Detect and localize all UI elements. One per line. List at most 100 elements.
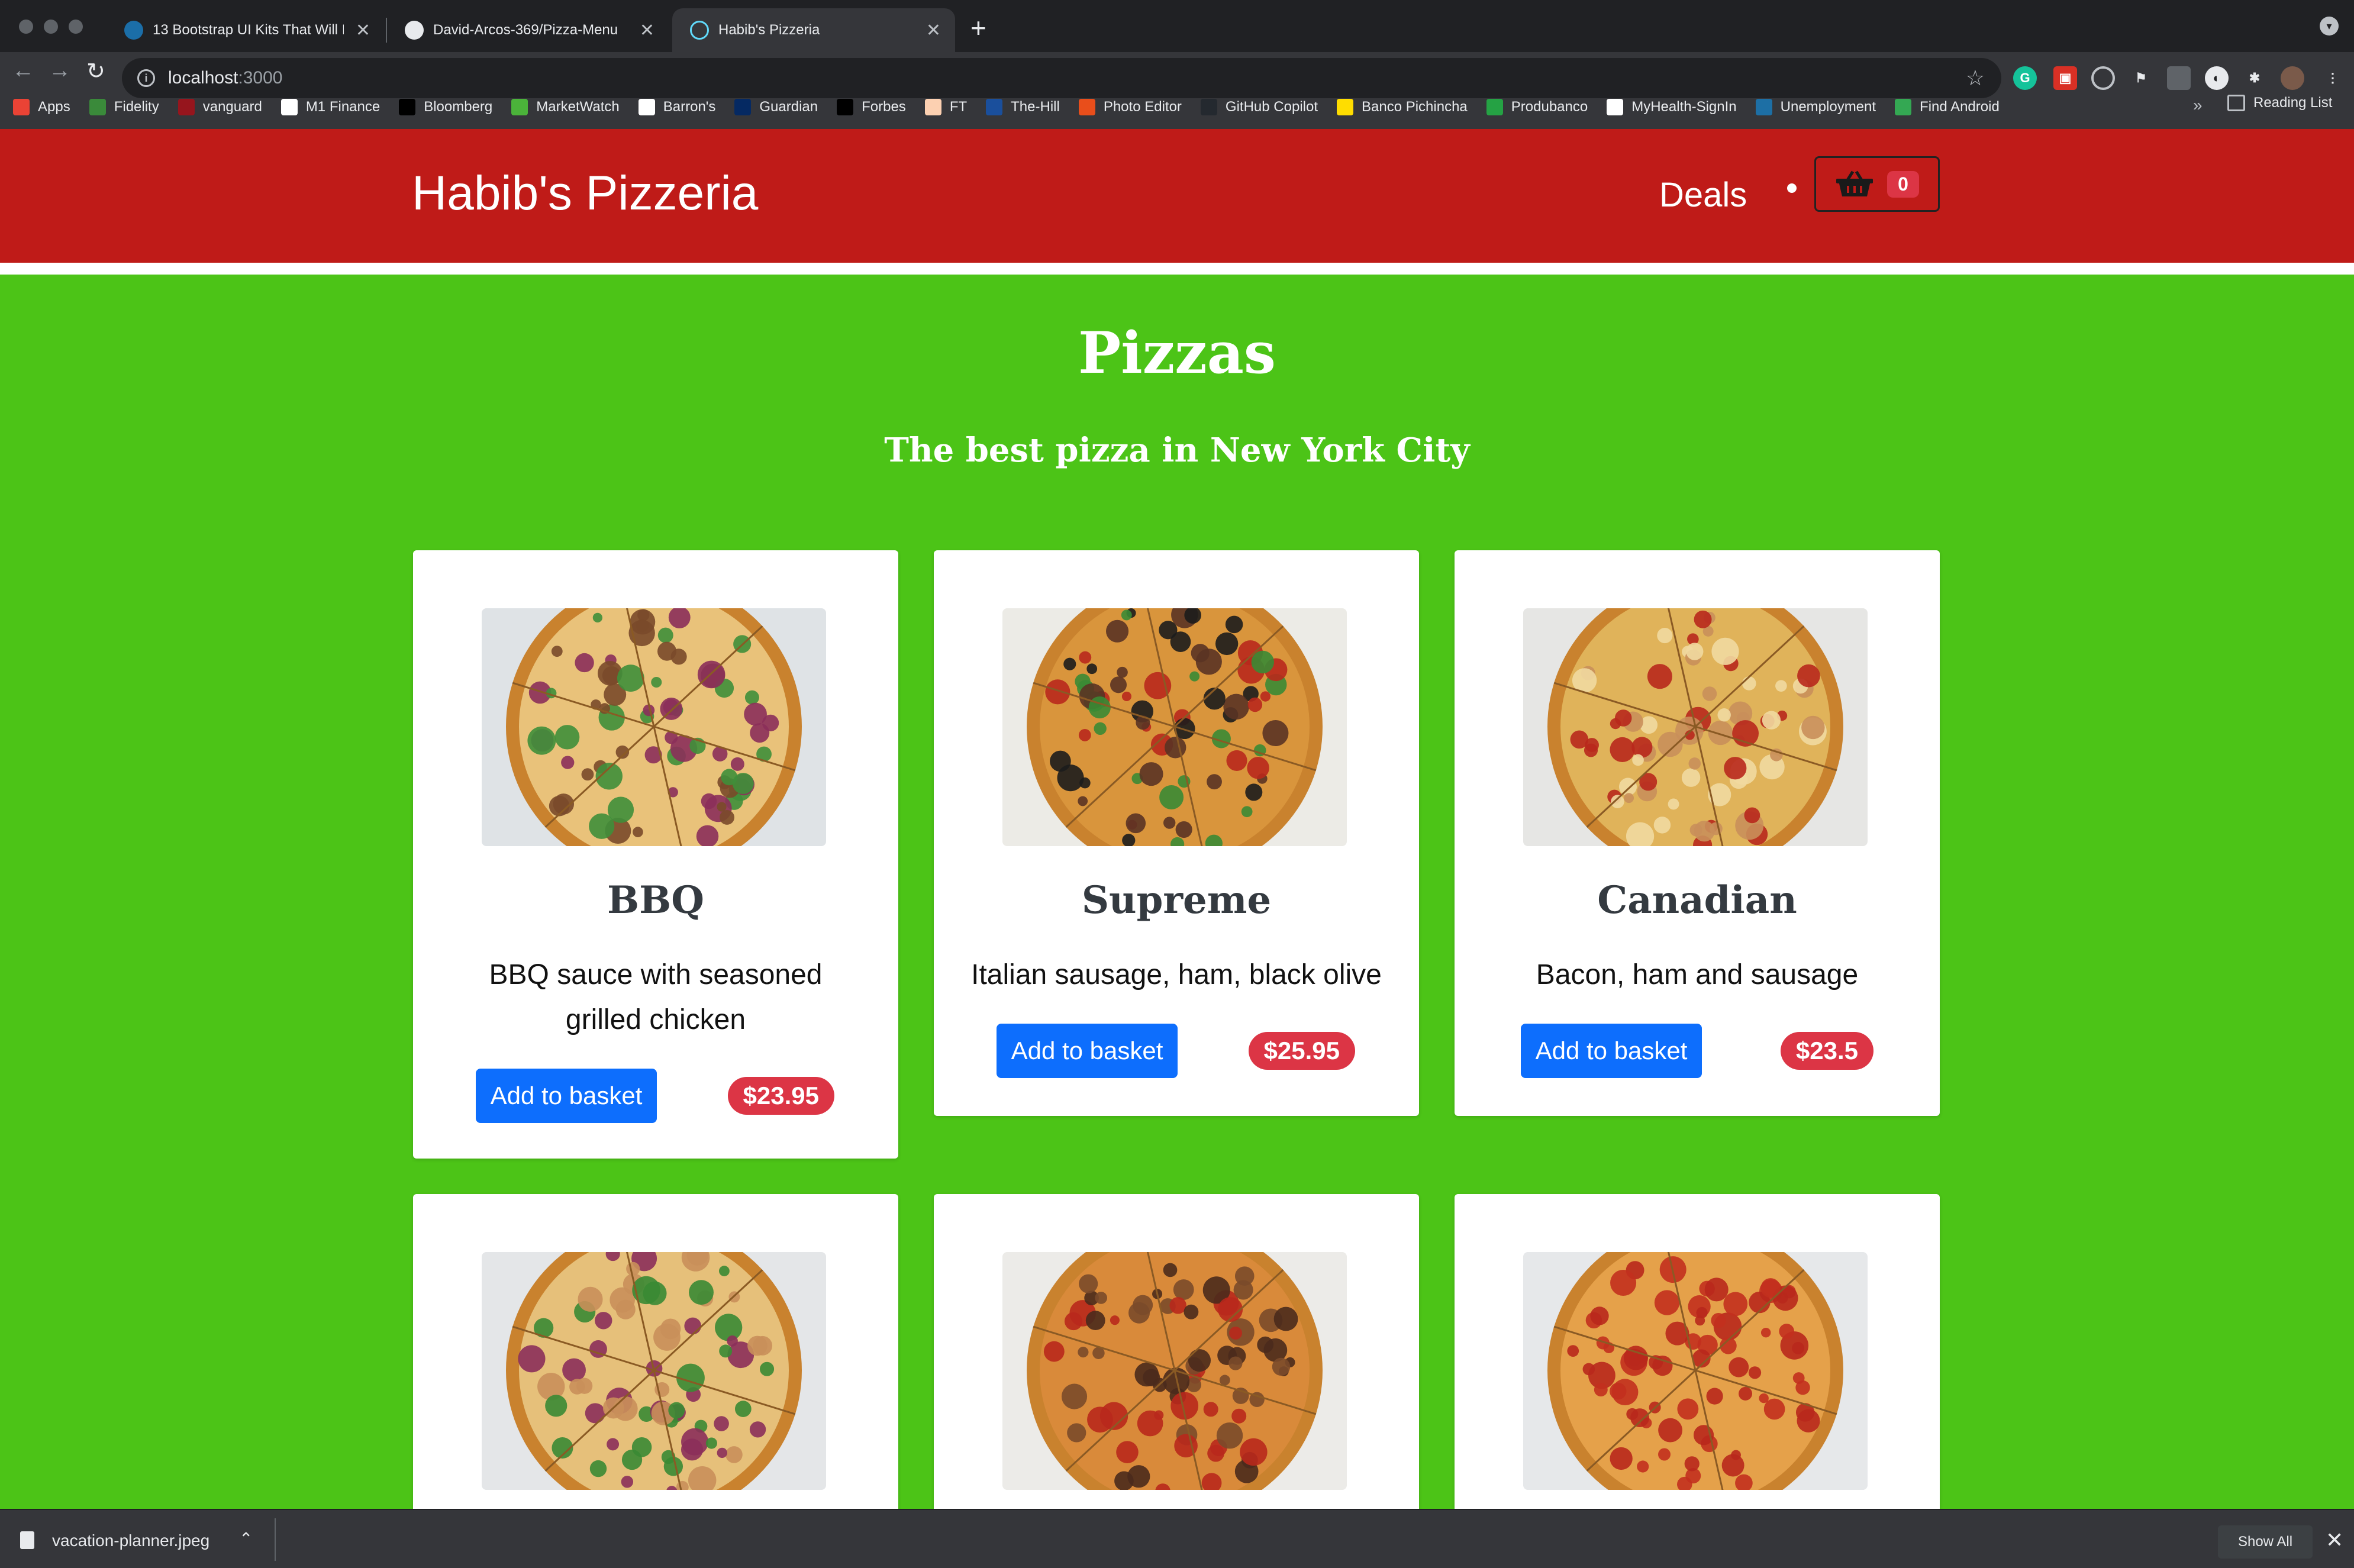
bookmark-bloomberg[interactable]: Bloomberg	[399, 99, 492, 115]
bookmark-label: Bloomberg	[424, 99, 493, 115]
bookmark-marketwatch[interactable]: MarketWatch	[511, 99, 620, 115]
extension-target-icon[interactable]	[2091, 66, 2115, 90]
bookmark-barron-s[interactable]: Barron's	[638, 99, 716, 115]
site-info-icon[interactable]: i	[137, 69, 155, 87]
pizza-card-canadian: Canadian Bacon, ham and sausage Add to b…	[1455, 550, 1940, 1116]
grammarly-icon[interactable]: G	[2013, 66, 2037, 90]
bookmark-the-hill[interactable]: The-Hill	[986, 99, 1060, 115]
ft-icon	[924, 99, 941, 115]
nav-bullet	[1787, 183, 1797, 193]
tab-github-pizza-menu[interactable]: David-Arcos-369/Pizza-Menu ✕	[387, 8, 669, 52]
forward-icon[interactable]: →	[49, 58, 71, 83]
bookmark-banco-pichincha[interactable]: Banco Pichincha	[1337, 99, 1468, 115]
extension-red-icon[interactable]: ▣	[2053, 66, 2077, 90]
bloomberg-icon	[399, 99, 416, 115]
pizza-card-supreme: Supreme Italian sausage, ham, black oliv…	[934, 550, 1419, 1116]
maximize-window-icon[interactable]	[69, 20, 83, 34]
react-icon	[690, 21, 709, 40]
close-tab-icon[interactable]: ✕	[640, 20, 654, 41]
price-badge: $23.5	[1780, 1032, 1873, 1070]
extensions-puzzle-icon[interactable]: ✱	[2243, 66, 2266, 90]
tab-title: Habib's Pizzeria	[718, 22, 820, 38]
tab-habibs-pizzeria[interactable]: Habib's Pizzeria ✕	[672, 8, 955, 52]
photo-editor-icon	[1078, 99, 1095, 115]
chevron-up-icon[interactable]: ⌃	[239, 1529, 253, 1548]
pizza-name: Canadian	[1597, 878, 1797, 922]
bookmark-find-android[interactable]: Find Android	[1895, 99, 2000, 115]
deals-link[interactable]: Deals	[1659, 175, 1747, 215]
close-tab-icon[interactable]: ✕	[356, 20, 370, 41]
close-icon[interactable]: ✕	[2326, 1528, 2343, 1553]
tab-search-icon[interactable]: ▾	[2320, 17, 2339, 36]
bookmark-guardian[interactable]: Guardian	[734, 99, 818, 115]
m1-icon	[280, 99, 298, 115]
more-bookmarks-icon[interactable]: »	[2193, 96, 2203, 115]
bookmark-label: Produbanco	[1511, 99, 1588, 115]
basket-button[interactable]: 0	[1814, 156, 1940, 212]
add-to-basket-button[interactable]: Add to basket	[476, 1069, 657, 1123]
add-to-basket-button[interactable]: Add to basket	[997, 1024, 1178, 1078]
url-port: :3000	[238, 68, 283, 88]
tab-bootstrap-ui-kits[interactable]: 13 Bootstrap UI Kits That Will I ✕	[107, 8, 385, 52]
pizza-name: BBQ	[607, 878, 704, 922]
bookmark-label: Find Android	[1920, 99, 2000, 115]
bookmark-fidelity[interactable]: Fidelity	[89, 99, 159, 115]
minimize-window-icon[interactable]	[44, 20, 58, 34]
reading-list-button[interactable]: Reading List	[2227, 95, 2332, 111]
profile-avatar[interactable]	[2281, 66, 2304, 90]
bookmark-ft[interactable]: FT	[924, 99, 968, 115]
address-bar[interactable]: i localhost:3000 ☆	[122, 58, 2001, 98]
bookmark-label: M1 Finance	[305, 99, 380, 115]
github-icon	[405, 21, 424, 40]
pizza-photo	[1523, 1252, 1868, 1490]
reload-icon[interactable]: ↻	[86, 58, 105, 85]
pizza-image	[1523, 1252, 1868, 1490]
download-filename[interactable]: vacation-planner.jpeg	[52, 1531, 209, 1550]
browser-menu-icon[interactable]: ⋮	[2321, 66, 2345, 90]
add-to-basket-button[interactable]: Add to basket	[1521, 1024, 1702, 1078]
tab-strip: 13 Bootstrap UI Kits That Will I ✕ David…	[0, 0, 2354, 52]
bookmark-label: Apps	[38, 99, 70, 115]
close-window-icon[interactable]	[19, 20, 33, 34]
bookmark-vanguard[interactable]: vanguard	[178, 99, 262, 115]
pizza-card-bbq: BBQ BBQ sauce with seasoned grilled chic…	[413, 550, 898, 1159]
file-icon	[20, 1531, 34, 1549]
bookmark-produbanco[interactable]: Produbanco	[1486, 99, 1588, 115]
bookmark-forbes[interactable]: Forbes	[837, 99, 906, 115]
bookmark-myhealth-signin[interactable]: MyHealth-SignIn	[1607, 99, 1737, 115]
downloads-divider	[275, 1518, 276, 1561]
bookmark-star-icon[interactable]: ☆	[1966, 66, 1985, 91]
close-tab-icon[interactable]: ✕	[926, 20, 941, 41]
bookmarks-bar: Apps Fidelity vanguard M1 Finance Bloomberg M…	[0, 93, 2354, 121]
bookmark-label: Barron's	[663, 99, 716, 115]
navbar-divider	[0, 263, 2354, 275]
pizza-description: Bacon, ham and sausage	[1536, 959, 1859, 991]
show-all-button[interactable]: Show All	[2218, 1525, 2313, 1559]
price-badge: $25.95	[1248, 1032, 1355, 1070]
bookmark-apps[interactable]: Apps	[13, 99, 70, 115]
pizza-image	[482, 608, 826, 846]
pizza-image	[1002, 608, 1347, 846]
bookmark-label: FT	[949, 99, 968, 115]
bookmark-icon[interactable]: ⚑	[2129, 66, 2153, 90]
bookmark-photo-editor[interactable]: Photo Editor	[1078, 99, 1182, 115]
extension-circle-icon[interactable]: ◐	[2205, 66, 2229, 90]
produbanco-icon	[1486, 99, 1503, 115]
bookmark-unemployment[interactable]: Unemployment	[1755, 99, 1876, 115]
bookmark-label: Guardian	[759, 99, 818, 115]
bookmark-label: Unemployment	[1780, 99, 1876, 115]
bookmark-label: Forbes	[862, 99, 906, 115]
github-copilot-icon	[1200, 99, 1217, 115]
fidelity-icon	[89, 99, 106, 115]
extension-tab-icon[interactable]	[2167, 66, 2191, 90]
pizza-photo	[1002, 608, 1347, 846]
bookmark-m1-finance[interactable]: M1 Finance	[280, 99, 380, 115]
reading-list-icon	[2227, 95, 2245, 111]
bookmark-github-copilot[interactable]: GitHub Copilot	[1200, 99, 1318, 115]
url-host: localhost	[168, 68, 238, 88]
new-tab-icon[interactable]: +	[970, 12, 986, 44]
back-icon[interactable]: ←	[12, 58, 34, 83]
site-brand[interactable]: Habib's Pizzeria	[412, 166, 758, 221]
tab-title: 13 Bootstrap UI Kits That Will I	[153, 22, 344, 38]
pizza-image	[1002, 1252, 1347, 1490]
